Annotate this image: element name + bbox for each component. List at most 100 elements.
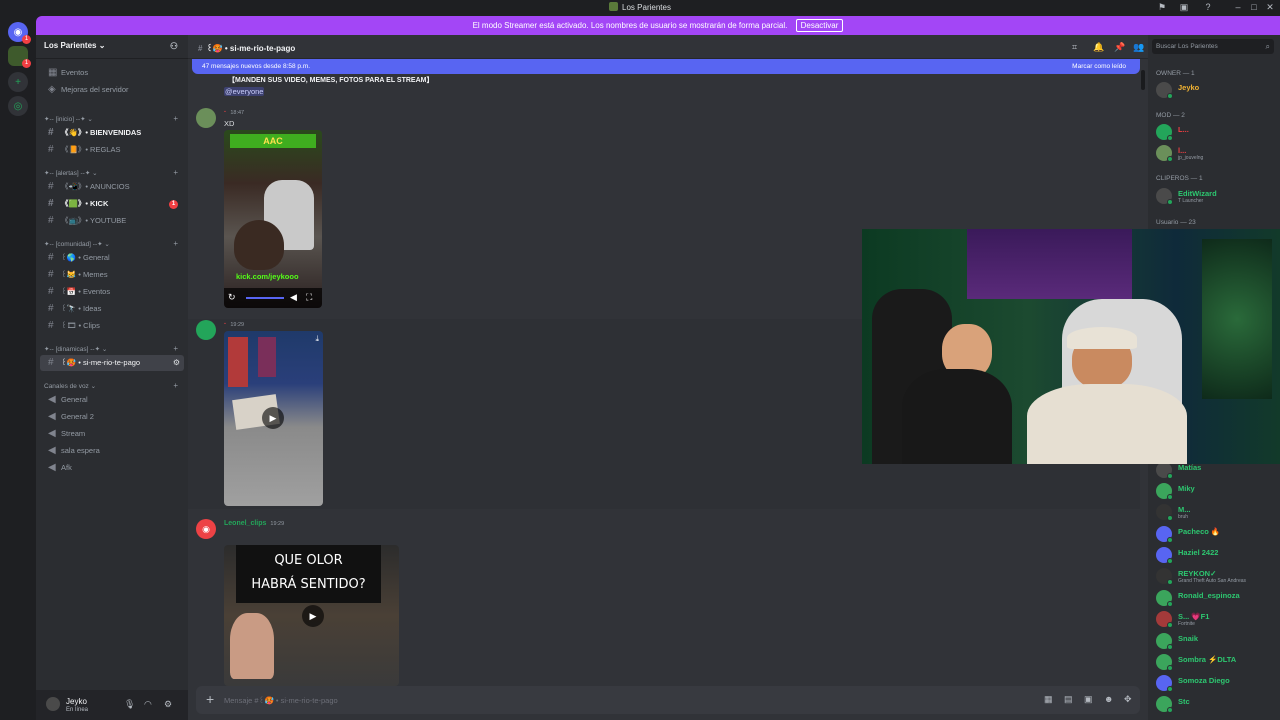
avatar[interactable] (46, 697, 60, 711)
member-item[interactable]: REYKON✓ Grand Theft Auto San Andreas (1156, 566, 1276, 586)
member-item[interactable]: Pacheco 🔥 (1156, 524, 1276, 544)
category-inicio[interactable]: ✦-- [inicio] --✦ ⌄ (44, 115, 93, 123)
category-voice[interactable]: Canales de voz ⌄ (44, 382, 96, 390)
member-item[interactable]: Stc (1156, 694, 1276, 714)
voice-afk[interactable]: ◀ Afk (40, 460, 184, 476)
play-icon[interactable]: ▶ (262, 407, 284, 429)
add-channel-icon[interactable]: + (173, 239, 178, 248)
poster (258, 337, 276, 377)
add-channel-icon[interactable]: + (173, 114, 178, 123)
maximize-icon[interactable]: □ (1246, 2, 1262, 12)
voice-general[interactable]: ◀ General (40, 392, 184, 408)
hash-icon: # (48, 144, 54, 155)
server-icon-los-parientes[interactable]: 1 (8, 46, 31, 68)
video-attachment[interactable]: QUE OLOR HABRÁ SENTIDO? ▶ (224, 545, 399, 686)
bell-icon[interactable]: 🔔 (1093, 42, 1104, 53)
member-item[interactable]: Ronald_espinoza (1156, 588, 1276, 608)
member-item[interactable]: Sombra ⚡DLTA (1156, 652, 1276, 672)
channel-ideas[interactable]: # ꒰🔭 • Ideas (40, 301, 184, 317)
microphone-icon[interactable]: 🎙 (124, 699, 135, 710)
member-item[interactable]: Snaik (1156, 631, 1276, 651)
channel-reglas[interactable]: # 《📙》• REGLAS (40, 142, 184, 158)
channel-anuncios[interactable]: # 《📲》• ANUNCIOS (40, 179, 184, 195)
gif-icon[interactable]: ▤ (1064, 694, 1073, 705)
voice-general-2[interactable]: ◀ General 2 (40, 409, 184, 425)
channel-si-me-rio-te-pago[interactable]: # ꒰🥵 • si-me-rio-te-pago ⚙ (40, 355, 184, 371)
settings-icon[interactable]: ⚙ (173, 355, 180, 371)
member-item[interactable]: l... jp_jouvelng (1156, 143, 1276, 163)
hash-icon: # (48, 127, 54, 138)
gift-icon[interactable]: ▦ (1044, 694, 1053, 705)
close-icon[interactable]: ✕ (1262, 2, 1278, 13)
channel-eventos[interactable]: # ꒰📅 • Eventos (40, 284, 184, 300)
everyone-mention[interactable]: @everyone (224, 87, 265, 96)
apps-icon[interactable]: ✥ (1124, 694, 1132, 705)
sidebar-item-boosts[interactable]: ◈ Mejoras del servidor (40, 82, 184, 98)
search-input[interactable]: Buscar Los Parientes ⌕ (1152, 39, 1274, 54)
message-composer[interactable]: + Mensaje #꒰🥵 • si-me-rio-te-pago ▦ ▤ ▣ … (196, 686, 1140, 714)
minimize-icon[interactable]: – (1230, 2, 1246, 12)
channel-youtube[interactable]: # 《📺》• YOUTUBE (40, 213, 184, 229)
channel-general[interactable]: # ꒰🌎 • General (40, 250, 184, 266)
pin-icon[interactable]: ⚑ (1154, 2, 1170, 13)
channel-bienvenidas[interactable]: # 《👋》• BIENVENIDAS (40, 125, 184, 141)
add-channel-icon[interactable]: + (173, 344, 178, 353)
member-item[interactable]: M... bruh (1156, 502, 1276, 522)
video-attachment[interactable]: AAC kick.com/jeykooo ↻ ◀ ⛶ (224, 130, 322, 308)
member-item[interactable]: Somoza Diego (1156, 673, 1276, 693)
deactivate-button[interactable]: Desactivar (795, 19, 844, 32)
member-list-icon[interactable]: 👥 (1133, 42, 1144, 53)
member-name: Snaik (1178, 634, 1199, 643)
member-item[interactable]: L... (1156, 122, 1276, 142)
progress-bar[interactable] (246, 297, 284, 299)
category-comunidad[interactable]: ✦-- [comunidad] --✦ ⌄ (44, 240, 110, 248)
chat-scrollbar[interactable] (1141, 70, 1145, 90)
voice-sala-espera[interactable]: ◀ sala espera (40, 443, 184, 459)
member-item[interactable]: Miky (1156, 481, 1276, 501)
category-alertas[interactable]: ✦-- [alertas] --✦ ⌄ (44, 169, 98, 177)
avatar[interactable] (196, 320, 216, 340)
status-dot (1167, 537, 1173, 543)
play-icon[interactable]: ▶ (302, 605, 324, 627)
new-messages-text: 47 mensajes nuevos desde 8:58 p.m. (202, 63, 311, 70)
video-attachment[interactable]: ⤓ ▶ (224, 331, 323, 506)
sidebar-item-eventos[interactable]: ▦ Eventos (40, 65, 184, 81)
category-dinamicas[interactable]: ✦-- [dinamicas] --✦ ⌄ (44, 345, 107, 353)
voice-stream[interactable]: ◀ Stream (40, 426, 184, 442)
emoji-icon[interactable]: ☻ (1104, 694, 1113, 704)
replay-icon[interactable]: ↻ (228, 292, 236, 303)
calendar-icon: ▦ (48, 67, 58, 78)
help-icon[interactable]: ? (1200, 2, 1216, 12)
member-name: Haziel 2422 (1178, 548, 1219, 557)
explore-icon[interactable]: ◎ (8, 96, 28, 116)
volume-icon[interactable]: ◀ (290, 292, 297, 303)
member-item[interactable]: S... 💗F1 Fortnite (1156, 609, 1276, 629)
add-attachment-icon[interactable]: + (206, 691, 214, 707)
headphones-icon[interactable]: ◠ (144, 699, 152, 710)
fullscreen-icon[interactable]: ⛶ (306, 292, 312, 303)
channel-kick[interactable]: # 《🟩》• KICK 1 (40, 196, 184, 212)
sticker-icon[interactable]: ▣ (1084, 694, 1093, 705)
invite-people-icon[interactable]: ⚇ (170, 41, 178, 52)
add-channel-icon[interactable]: + (173, 381, 178, 390)
server-header[interactable]: Los Parientes ⌄ ⚇ (36, 35, 188, 59)
channel-clips[interactable]: # ꒰🎞 • Clips (40, 318, 184, 334)
threads-icon[interactable]: ⌗ (1072, 42, 1077, 53)
mark-as-read-button[interactable]: Marcar como leído (1072, 59, 1126, 74)
member-item[interactable]: EditWizard T Launcher (1156, 186, 1276, 206)
member-item[interactable]: Haziel 2422 (1156, 545, 1276, 565)
add-server-icon[interactable]: + (8, 72, 28, 92)
download-icon[interactable]: ⤓ (315, 334, 319, 344)
new-messages-bar[interactable]: 47 mensajes nuevos desde 8:58 p.m. Marca… (192, 59, 1140, 74)
role-header-cliperos: CLIPEROS — 1 (1156, 175, 1203, 182)
channel-memes[interactable]: # ꒰😹 • Memes (40, 267, 184, 283)
christmas-tree (1202, 239, 1272, 399)
pin-icon[interactable]: 📌 (1114, 42, 1125, 53)
member-item[interactable]: Jeyko (1156, 80, 1276, 100)
avatar[interactable]: ◉ (196, 519, 216, 539)
user-settings-icon[interactable]: ⚙ (164, 699, 172, 710)
add-channel-icon[interactable]: + (173, 168, 178, 177)
avatar[interactable] (196, 108, 216, 128)
discord-home-icon[interactable]: ◉ 1 (8, 22, 31, 44)
inbox-icon[interactable]: ▣ (1176, 2, 1192, 13)
